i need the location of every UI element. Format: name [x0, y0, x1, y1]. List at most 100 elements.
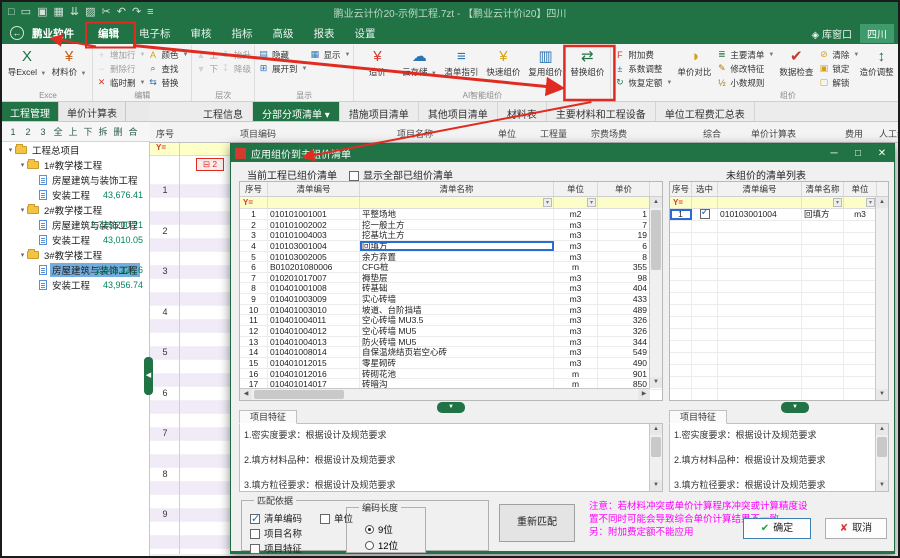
- tree-item[interactable]: 安装工程43,956.74: [2, 277, 149, 292]
- cell[interactable]: 010401004012: [268, 326, 360, 336]
- filter-cell[interactable]: ▾: [802, 197, 844, 208]
- cell[interactable]: 9: [240, 294, 268, 304]
- doc-tab-措施项目清单[interactable]: 措施项目清单: [340, 102, 419, 121]
- ribbon-button-恢复定额[interactable]: ↻恢复定额▼: [614, 76, 672, 89]
- tree-item[interactable]: ▾1#教学楼工程: [2, 157, 149, 172]
- table-row[interactable]: 14010401008014自保温烧结页岩空心砖m3549: [240, 347, 662, 358]
- cell[interactable]: 010101001001: [268, 209, 360, 219]
- grid-row-number[interactable]: 7: [150, 428, 180, 438]
- cell[interactable]: 14: [240, 347, 268, 357]
- cell[interactable]: 8: [598, 252, 650, 262]
- cell[interactable]: 010401003010: [268, 305, 360, 315]
- filter-cell[interactable]: [718, 197, 802, 208]
- ribbon-button-下[interactable]: ▼下: [195, 62, 218, 75]
- unpriced-list-table[interactable]: 序号选中清单编号清单名称单位Y=▾▾1010103001004回填方m3▲▼: [669, 181, 889, 401]
- table-filter-row[interactable]: Y=▾▾: [670, 197, 888, 209]
- table-row[interactable]: 2010101002002挖一般土方m37: [240, 220, 662, 231]
- cell[interactable]: 实心砖墙: [360, 294, 554, 304]
- match-checkbox-单位[interactable]: 单位: [320, 511, 353, 525]
- cell[interactable]: 2: [240, 220, 268, 230]
- menu-tab-报表[interactable]: 报表: [304, 23, 345, 44]
- cell[interactable]: 98: [598, 273, 650, 283]
- ribbon-button-数据检查[interactable]: ✔数据检查: [776, 46, 816, 77]
- scroll-down-icon[interactable]: ▼: [876, 389, 888, 400]
- cell[interactable]: 010101002002: [268, 220, 360, 230]
- ribbon-button-小数规则[interactable]: ½小数规则: [716, 76, 774, 89]
- match-checkbox-清单编码[interactable]: 清单编码: [250, 511, 302, 525]
- cell[interactable]: 010401003009: [268, 294, 360, 304]
- ribbon-button-清单指引[interactable]: ≡清单指引: [441, 46, 481, 77]
- left-tab-工程管理[interactable]: 工程管理: [2, 102, 59, 121]
- radio-9位[interactable]: 9位: [365, 522, 413, 536]
- tree-item[interactable]: 房屋建筑与装饰工程2,725,200.21: [2, 217, 149, 232]
- checkbox-icon[interactable]: [700, 209, 710, 219]
- ribbon-button-修改特征[interactable]: ✎修改特征: [716, 62, 774, 75]
- tree-item[interactable]: 房屋建筑与装饰工程2,843,326.6: [2, 262, 149, 277]
- cell[interactable]: 010401012016: [268, 369, 360, 379]
- filter-cell[interactable]: [692, 197, 718, 208]
- ribbon-button-导Excel[interactable]: X导Excel ▼: [7, 46, 47, 79]
- close-icon[interactable]: ✕: [870, 148, 894, 159]
- ribbon-button-显示[interactable]: ▦显示▼: [309, 48, 350, 61]
- save-as-icon[interactable]: ▦: [53, 5, 63, 19]
- ribbon-button-造价[interactable]: ¥造价: [357, 46, 397, 77]
- chevron-down-icon[interactable]: ▾: [18, 161, 27, 169]
- cell[interactable]: 回填方: [360, 241, 554, 251]
- table-row[interactable]: 1010101001001平整场地m21: [240, 209, 662, 220]
- table-row[interactable]: 4010103001004回填方m36: [240, 241, 662, 252]
- save-icon[interactable]: ▣: [37, 5, 47, 19]
- cell[interactable]: 490: [598, 358, 650, 368]
- grid-row-number[interactable]: 2: [150, 226, 180, 236]
- vertical-scrollbar[interactable]: ▲▼: [875, 197, 888, 400]
- cell[interactable]: m2: [554, 209, 598, 219]
- scroll-up-icon[interactable]: ▲: [876, 197, 888, 208]
- tree-item[interactable]: 安装工程43,010.05: [2, 232, 149, 247]
- ribbon-button-解锁[interactable]: ▢解锁: [818, 76, 859, 89]
- maximize-icon[interactable]: □: [846, 148, 870, 159]
- filter-cell[interactable]: Y=: [670, 197, 692, 208]
- cell[interactable]: m3: [554, 283, 598, 293]
- tree-toolbar-上[interactable]: 上: [66, 125, 80, 138]
- cell[interactable]: 砖砌花池: [360, 369, 554, 379]
- grid-row-number[interactable]: 8: [150, 469, 180, 479]
- cell[interactable]: 褥垫层: [360, 273, 554, 283]
- tree-item[interactable]: 房屋建筑与装饰工程: [2, 172, 149, 187]
- ribbon-button-展开到[interactable]: ⊞展开到▼: [258, 62, 307, 75]
- doc-tab-材料表[interactable]: 材料表: [498, 102, 547, 121]
- cut-icon[interactable]: ✂: [102, 5, 111, 19]
- col-header-单位[interactable]: 单位: [554, 182, 598, 196]
- col-header-序号[interactable]: 序号: [670, 182, 692, 196]
- cell[interactable]: CFG桩: [360, 262, 554, 272]
- tree-item[interactable]: ▾2#教学楼工程: [2, 202, 149, 217]
- cell[interactable]: 010103002005: [268, 252, 360, 262]
- cell[interactable]: m3: [554, 315, 598, 325]
- tree-toolbar-3[interactable]: 3: [36, 127, 50, 137]
- cancel-button[interactable]: ✘取消: [825, 518, 887, 539]
- cell[interactable]: 355: [598, 262, 650, 272]
- filter-cell[interactable]: ▾: [554, 197, 598, 208]
- col-header-单价[interactable]: 单价: [598, 182, 650, 196]
- cell[interactable]: 549: [598, 347, 650, 357]
- scroll-up-icon[interactable]: ▲: [876, 424, 888, 435]
- cell[interactable]: 010401008014: [268, 347, 360, 357]
- table-row[interactable]: 5010103002005余方弃置m38: [240, 252, 662, 263]
- cell[interactable]: 回填方: [802, 209, 844, 220]
- cell[interactable]: m3: [554, 273, 598, 283]
- menu-tab-高级[interactable]: 高级: [263, 23, 304, 44]
- match-checkbox-项目特征[interactable]: 项目特征: [250, 541, 302, 555]
- cell[interactable]: m3: [554, 326, 598, 336]
- cell[interactable]: 15: [240, 358, 268, 368]
- paste-icon[interactable]: ▨: [85, 5, 95, 19]
- cell[interactable]: 砖基础: [360, 283, 554, 293]
- feature-tab-right[interactable]: 项目特征: [669, 410, 727, 424]
- cell[interactable]: 防火砖墙 MU5: [360, 337, 554, 347]
- outline-level-badge[interactable]: ⊟ 2: [196, 158, 224, 171]
- ribbon-button-删除行[interactable]: −删除行: [96, 62, 145, 75]
- scroll-thumb[interactable]: [877, 437, 887, 457]
- scroll-left-icon[interactable]: ◀: [240, 389, 252, 400]
- cell[interactable]: 326: [598, 315, 650, 325]
- grid-row-number[interactable]: 4: [150, 307, 180, 317]
- cell[interactable]: 16: [240, 369, 268, 379]
- ribbon-button-清除[interactable]: ⊘清除▼: [818, 48, 859, 61]
- cell[interactable]: 404: [598, 283, 650, 293]
